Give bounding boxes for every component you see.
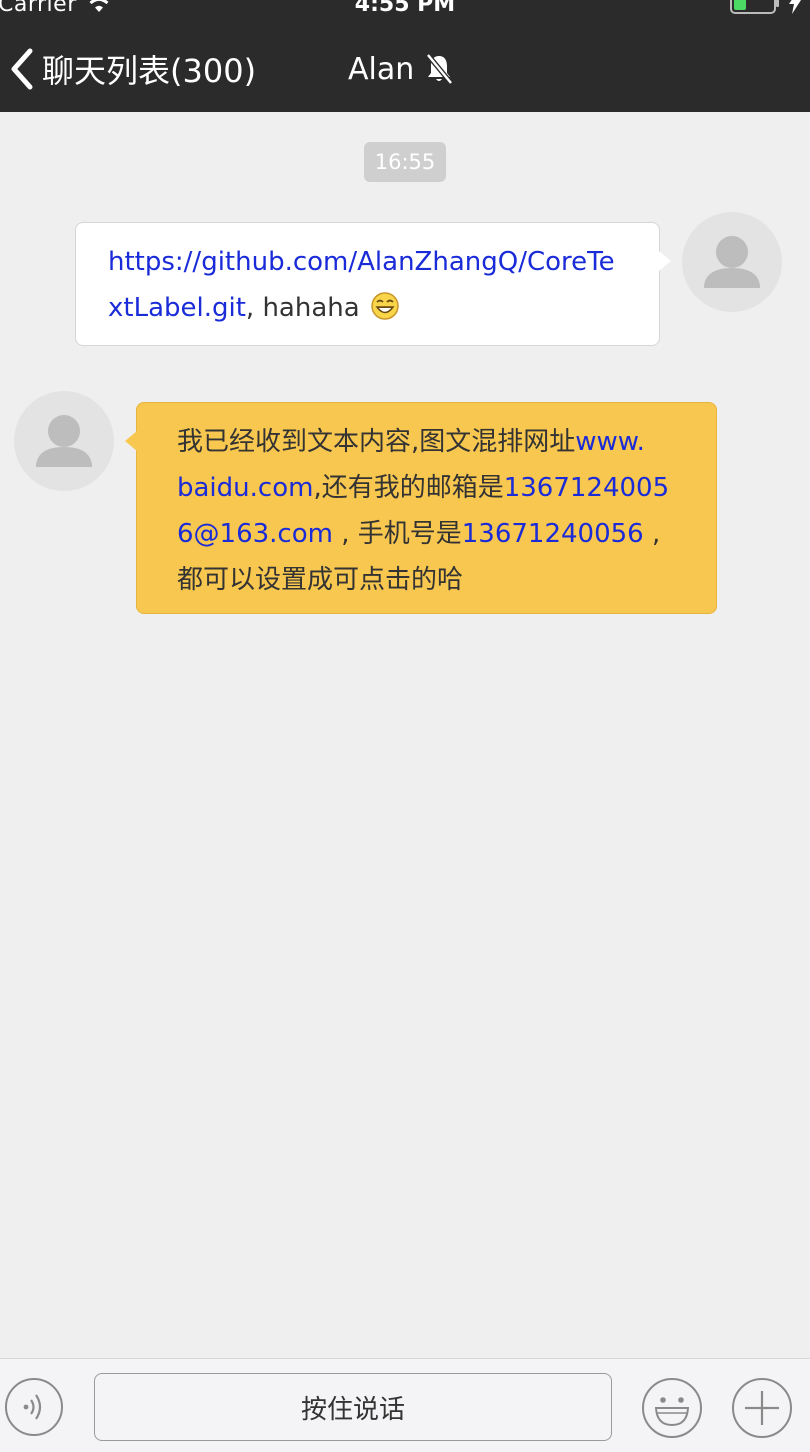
- message-text: ,还有我的邮箱是: [313, 473, 504, 503]
- plus-icon[interactable]: [731, 1377, 793, 1439]
- outgoing-message-bubble[interactable]: https://github.com/AlanZhangQ/CoreTe xtLa…: [75, 222, 671, 346]
- user-silhouette-icon: [704, 236, 760, 288]
- chevron-left-icon: [11, 48, 33, 90]
- contact-name: Alan: [348, 51, 415, 87]
- charging-icon: [789, 0, 801, 14]
- battery-icon: [730, 0, 779, 14]
- message-text: ,: [643, 519, 661, 549]
- status-time: 4:55 PM: [354, 0, 456, 17]
- my-avatar[interactable]: [682, 212, 782, 312]
- grinning-emoji-icon: [371, 292, 399, 320]
- message-timestamp: 16:55: [363, 142, 447, 182]
- email-link-part2: 6@163.com: [177, 519, 333, 549]
- chat-screen: Carrier 4:55 PM 聊天列表(300) Alan 16:55 htt…: [0, 0, 810, 1452]
- back-button[interactable]: 聊天列表(300): [8, 44, 256, 94]
- contact-avatar[interactable]: [14, 391, 114, 491]
- phone-link[interactable]: 13671240056: [462, 519, 644, 549]
- hold-to-talk-button[interactable]: 按住说话: [94, 1373, 612, 1441]
- github-link[interactable]: https://github.com/AlanZhangQ/CoreTe xtLa…: [108, 247, 615, 323]
- message-text: 都可以设置成可点击的哈: [177, 565, 464, 595]
- emoji-icon[interactable]: [641, 1377, 703, 1439]
- back-label: 聊天列表(300): [42, 52, 257, 90]
- user-silhouette-icon: [36, 415, 92, 467]
- email-link-part1: 1367124005: [503, 473, 670, 503]
- message-text: , 手机号是: [332, 519, 462, 549]
- github-link-part1: https://github.com/AlanZhangQ/CoreTe: [108, 247, 615, 277]
- chat-title: Alan: [348, 48, 454, 90]
- voice-icon[interactable]: [4, 1377, 64, 1437]
- mute-bell-icon: [426, 53, 454, 85]
- message-text: 我已经收到文本内容,图文混排网址: [177, 427, 576, 457]
- github-link-part2: xtLabel.git: [108, 293, 246, 323]
- baidu-link-part1: www.: [575, 427, 645, 457]
- timestamp-row: 16:55: [0, 142, 810, 182]
- message-text: , hahaha: [245, 293, 360, 323]
- baidu-link-part2: baidu.com: [177, 473, 314, 503]
- input-toolbar: 按住说话: [0, 1358, 810, 1452]
- incoming-message-bubble[interactable]: 我已经收到文本内容,图文混排网址www. baidu.com,还有我的邮箱是136…: [125, 402, 717, 614]
- navigation-bar: Carrier 4:55 PM 聊天列表(300) Alan: [0, 0, 810, 112]
